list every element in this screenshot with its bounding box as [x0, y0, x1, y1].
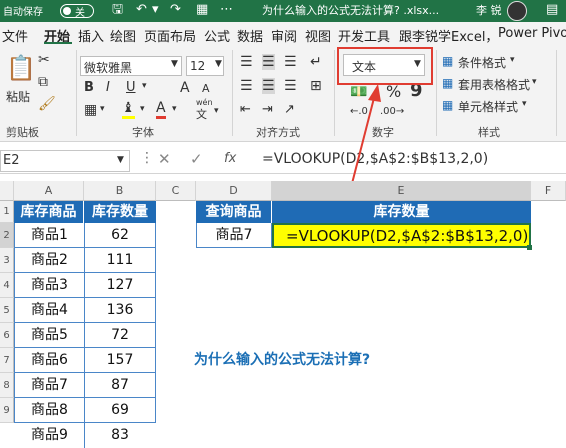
table-cell[interactable]: 商品9	[15, 423, 85, 448]
row-header-6[interactable]: 6	[0, 323, 14, 348]
table-cell[interactable]: 商品6	[15, 348, 85, 373]
question-text: 为什么输入的公式无法计算?	[194, 352, 371, 368]
table-header-quantity[interactable]: 库存数量	[84, 201, 156, 223]
row-header-9[interactable]: 9	[0, 398, 14, 423]
table-cell[interactable]: 商品1	[15, 223, 85, 248]
row-header-2[interactable]: 2	[0, 223, 14, 248]
table-cell[interactable]: 商品5	[15, 323, 85, 348]
row-header-1[interactable]: 1	[0, 201, 14, 223]
table-cell[interactable]: 商品2	[15, 248, 85, 273]
table-cell[interactable]: 商品8	[15, 398, 85, 423]
table-cell[interactable]: 商品3	[15, 273, 85, 298]
column-header-a[interactable]: A	[14, 181, 84, 201]
table-cell[interactable]: 62	[85, 223, 155, 248]
lookup-result-cell[interactable]: =VLOOKUP(D2,$A$2:$B$13,2,0)	[272, 223, 531, 248]
column-header-b[interactable]: B	[84, 181, 156, 201]
table-header-product[interactable]: 库存商品	[14, 201, 84, 223]
table-body: 商品1 62 商品2 111 商品3 127 商品4 136 商品5 72 商品…	[14, 223, 156, 448]
table-cell[interactable]: 111	[85, 248, 155, 273]
lookup-query-cell[interactable]: 商品7	[196, 223, 272, 248]
fill-handle[interactable]	[527, 245, 532, 250]
lookup-header-query[interactable]: 查询商品	[196, 201, 272, 223]
row-header-8[interactable]: 8	[0, 373, 14, 398]
table-cell[interactable]: 商品4	[15, 298, 85, 323]
table-cell[interactable]: 商品7	[15, 373, 85, 398]
row-header-5[interactable]: 5	[0, 298, 14, 323]
column-header-c[interactable]: C	[156, 181, 196, 201]
row-header-4[interactable]: 4	[0, 273, 14, 298]
column-header-f[interactable]: F	[531, 181, 566, 201]
table-cell[interactable]: 157	[85, 348, 155, 373]
table-cell[interactable]: 69	[85, 398, 155, 423]
table-cell[interactable]: 136	[85, 298, 155, 323]
select-all-corner[interactable]	[0, 181, 14, 201]
table-cell[interactable]: 72	[85, 323, 155, 348]
column-header-d[interactable]: D	[196, 181, 272, 201]
table-cell[interactable]: 127	[85, 273, 155, 298]
table-cell[interactable]: 83	[85, 423, 155, 448]
row-header-3[interactable]: 3	[0, 248, 14, 273]
lookup-header-stock[interactable]: 库存数量	[272, 201, 531, 223]
row-header-7[interactable]: 7	[0, 348, 14, 373]
table-cell[interactable]: 87	[85, 373, 155, 398]
column-header-e[interactable]: E	[272, 181, 531, 201]
